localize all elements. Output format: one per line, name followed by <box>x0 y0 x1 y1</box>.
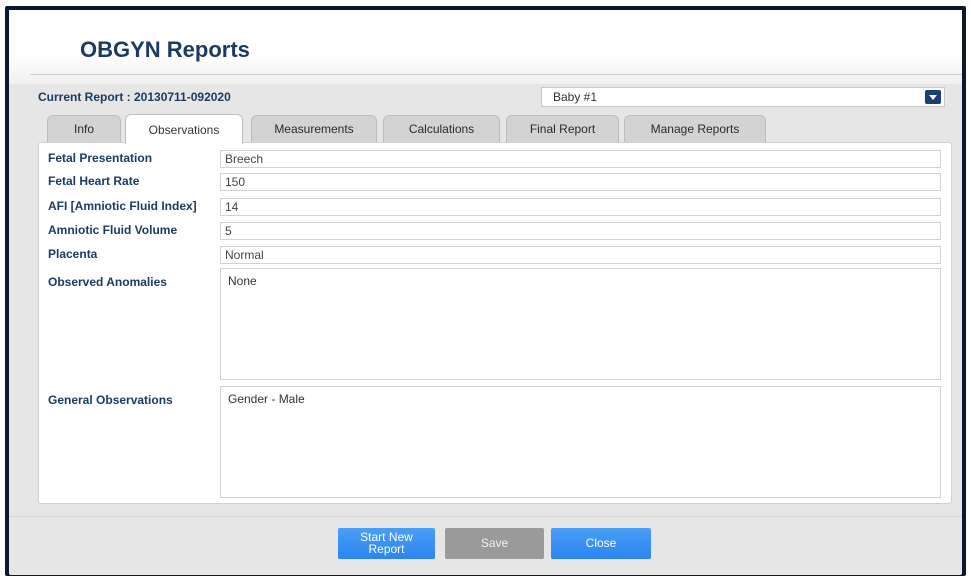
start-new-report-label-line2: Report <box>368 542 405 556</box>
tab-measurements[interactable]: Measurements <box>251 115 377 142</box>
current-report-label: Current Report : 20130711-092020 <box>38 90 231 104</box>
baby-select[interactable]: Baby #1 <box>541 87 945 107</box>
baby-select-value: Baby #1 <box>553 90 598 104</box>
tab-manage-reports[interactable]: Manage Reports <box>624 115 766 142</box>
general-observations-label: General Observations <box>48 393 173 407</box>
divider <box>30 74 962 75</box>
placenta-label: Placenta <box>48 247 98 261</box>
general-observations-field[interactable]: Gender - Male <box>220 386 941 498</box>
close-button[interactable]: Close <box>551 528 651 559</box>
tab-observations[interactable]: Observations <box>125 114 243 144</box>
placenta-field[interactable]: Normal <box>220 246 941 264</box>
observed-anomalies-field[interactable]: None <box>220 268 941 380</box>
afi-field[interactable]: 14 <box>220 198 941 216</box>
save-button[interactable]: Save <box>445 528 544 559</box>
page-title: OBGYN Reports <box>80 37 250 62</box>
afi-label: AFI [Amniotic Fluid Index] <box>48 199 197 213</box>
fetal-presentation-field[interactable]: Breech <box>220 150 941 168</box>
chevron-down-icon[interactable] <box>925 90 941 104</box>
tab-final-report[interactable]: Final Report <box>506 115 619 142</box>
fetal-presentation-label: Fetal Presentation <box>48 151 153 165</box>
divider <box>9 516 962 517</box>
fetal-heart-rate-field[interactable]: 150 <box>220 173 941 191</box>
fetal-heart-rate-label: Fetal Heart Rate <box>48 174 140 188</box>
amniotic-fluid-volume-field[interactable]: 5 <box>220 222 941 240</box>
observed-anomalies-label: Observed Anomalies <box>48 275 167 289</box>
tab-info[interactable]: Info <box>47 115 121 142</box>
tab-calculations[interactable]: Calculations <box>383 115 500 142</box>
amniotic-fluid-volume-label: Amniotic Fluid Volume <box>48 223 178 237</box>
start-new-report-button[interactable]: Start New Report <box>338 528 435 559</box>
